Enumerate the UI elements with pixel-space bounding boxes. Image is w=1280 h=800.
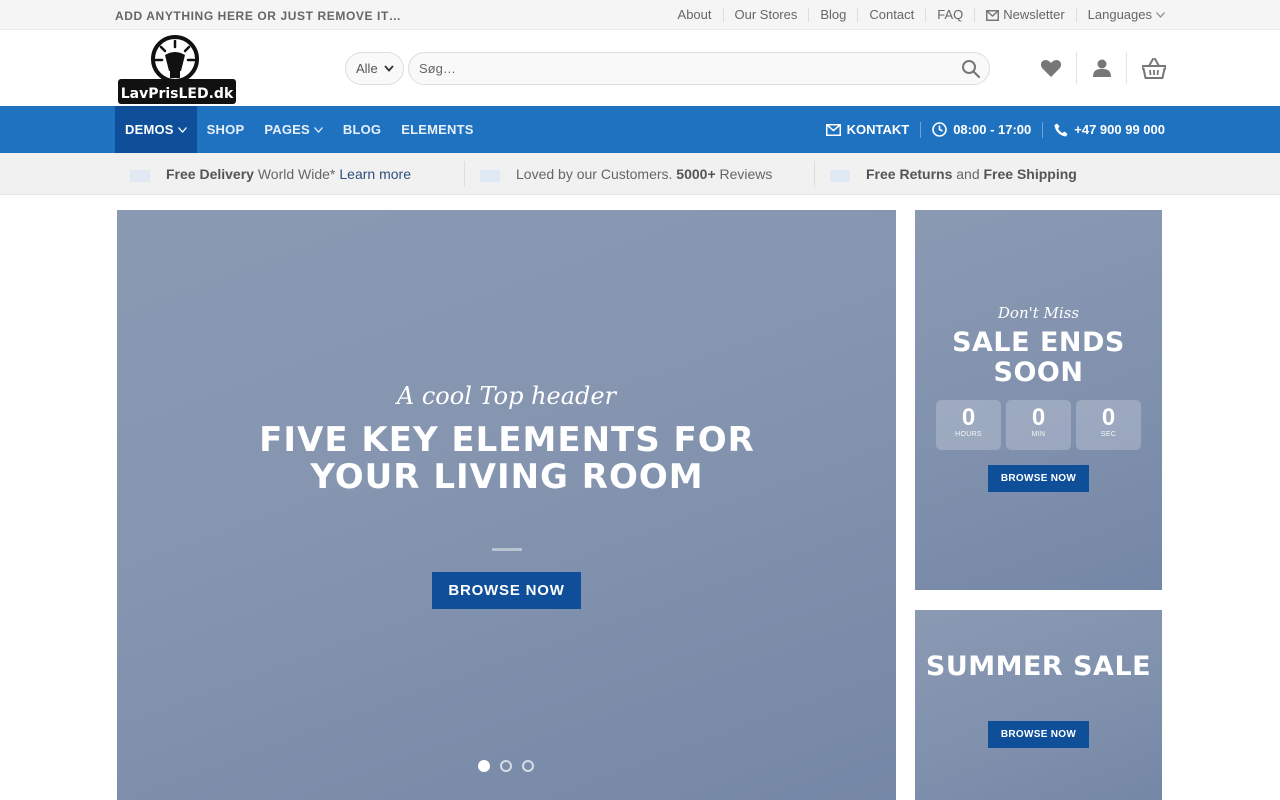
topnav-about[interactable]: About [667,8,723,22]
topbar-message: ADD ANYTHING HERE OR JUST REMOVE IT… [115,9,402,23]
countdown-hours: 0 HOURS [936,400,1001,450]
countdown-value: 0 [1031,404,1046,431]
chevron-down-icon [313,126,323,133]
newsletter-label: Newsletter [1003,7,1065,22]
slider-dots [478,760,534,772]
reviews-icon [480,170,500,182]
nav-phone[interactable]: +47 900 99 000 [1042,121,1165,138]
countdown-seconds: 0 SEC [1076,400,1141,450]
hero-slider: A cool Top header FIVE KEY ELEMENTS FOR … [117,210,896,800]
search-input[interactable] [419,53,939,84]
sale-banner: Don't Miss SALE ENDS SOON 0 HOURS 0 MIN … [915,210,1162,590]
account-button[interactable] [1076,52,1126,84]
main-nav-menu: DEMOS SHOP PAGES BLOG ELEMENTS [115,106,484,153]
countdown-label: HOURS [955,431,982,438]
chevron-down-icon [384,65,394,72]
cart-button[interactable] [1126,52,1166,84]
search-button[interactable] [961,59,981,79]
nav-pages-label: PAGES [264,122,310,137]
topnav-blog[interactable]: Blog [808,8,857,22]
countdown-label: SEC [1100,431,1117,438]
summer-browse-button[interactable]: BROWSE NOW [988,721,1089,748]
hours-label: 08:00 - 17:00 [953,121,1032,137]
heart-icon [1040,59,1062,77]
wishlist-button[interactable] [1036,52,1066,84]
countdown-minutes: 0 MIN [1006,400,1071,450]
summer-sale-title: SUMMER SALE [925,651,1152,682]
clock-icon [932,122,948,137]
countdown-timer: 0 HOURS 0 MIN 0 SEC [936,400,1141,450]
reviews-label: Reviews [719,166,773,182]
nav-demos[interactable]: DEMOS [115,106,197,153]
main-nav: DEMOS SHOP PAGES BLOG ELEMENTS KONTAKT 0… [0,106,1280,153]
hero-browse-button[interactable]: BROWSE NOW [432,572,581,609]
hero-divider [492,548,522,551]
slider-dot-2[interactable] [500,760,512,772]
search-icon [962,60,981,79]
phone-icon [1054,123,1068,136]
countdown-value: 0 [1101,404,1116,431]
returns-icon [830,170,850,182]
topnav-newsletter[interactable]: Newsletter [974,8,1075,22]
learn-more-link[interactable]: Learn more [339,166,411,182]
basket-icon [1142,57,1166,79]
header-icons [1036,52,1166,84]
languages-label: Languages [1087,7,1152,22]
delivery-bold: Free Delivery [166,166,254,182]
chevron-down-icon [177,126,187,133]
phone-label: +47 900 99 000 [1074,121,1165,137]
returns-bold: Free Returns [866,166,953,182]
slider-dot-3[interactable] [522,760,534,772]
reviews-count: 5000+ [676,166,716,182]
top-bar: ADD ANYTHING HERE OR JUST REMOVE IT… Abo… [0,0,1280,30]
strip-reviews: Loved by our Customers. 5000+ Reviews [480,153,772,195]
user-icon [1092,59,1111,77]
topnav-contact[interactable]: Contact [857,8,925,22]
kontakt-label: KONTAKT [846,121,910,137]
topnav-languages[interactable]: Languages [1075,7,1165,22]
summer-sale-banner: SUMMER SALE BROWSE NOW [915,610,1162,800]
logo-graphic: LavPrisLED.dk [118,35,236,104]
nav-blog[interactable]: BLOG [333,106,391,153]
logo-text: LavPrisLED.dk [121,86,234,102]
category-select-value: Alle [356,61,378,76]
sale-title: SALE ENDS SOON [952,327,1125,388]
envelope-icon [986,9,1000,21]
nav-kontakt[interactable]: KONTAKT [815,122,921,138]
reviews-text: Loved by our Customers. [516,166,673,182]
nav-pages[interactable]: PAGES [254,106,333,153]
topnav-our-stores[interactable]: Our Stores [722,8,809,22]
countdown-value: 0 [961,404,976,431]
delivery-text: World Wide* [257,166,336,182]
strip-returns: Free Returns and Free Shipping [830,153,1077,195]
nav-shop[interactable]: SHOP [197,106,255,153]
info-strip: Free Delivery World Wide* Learn more Lov… [0,153,1280,195]
site-header: LavPrisLED.dk Alle [0,30,1280,106]
nav-opening-hours: 08:00 - 17:00 [920,121,1042,138]
sale-subtitle: Don't Miss [997,304,1080,322]
hero-title: FIVE KEY ELEMENTS FOR YOUR LIVING ROOM [259,420,755,497]
returns-and: and [956,166,980,182]
strip-divider [464,161,465,187]
nav-demos-label: DEMOS [125,122,174,137]
delivery-icon [130,170,150,182]
category-select[interactable]: Alle [345,52,404,85]
nav-elements[interactable]: ELEMENTS [391,106,483,153]
chevron-down-icon [1156,12,1165,18]
slider-dot-1[interactable] [478,760,490,772]
topnav-faq[interactable]: FAQ [925,8,974,22]
strip-delivery: Free Delivery World Wide* Learn more [130,153,411,195]
envelope-icon [825,123,841,136]
main-nav-contact: KONTAKT 08:00 - 17:00 +47 900 99 000 [815,106,1165,153]
top-nav: About Our Stores Blog Contact FAQ Newsle… [667,0,1165,30]
countdown-label: MIN [1031,431,1046,438]
shipping-bold: Free Shipping [983,166,1077,182]
hero-subtitle: A cool Top header [396,382,617,410]
search-box [408,52,990,85]
site-logo[interactable]: LavPrisLED.dk [117,33,237,105]
strip-divider [814,161,815,187]
sale-browse-button[interactable]: BROWSE NOW [988,465,1089,492]
